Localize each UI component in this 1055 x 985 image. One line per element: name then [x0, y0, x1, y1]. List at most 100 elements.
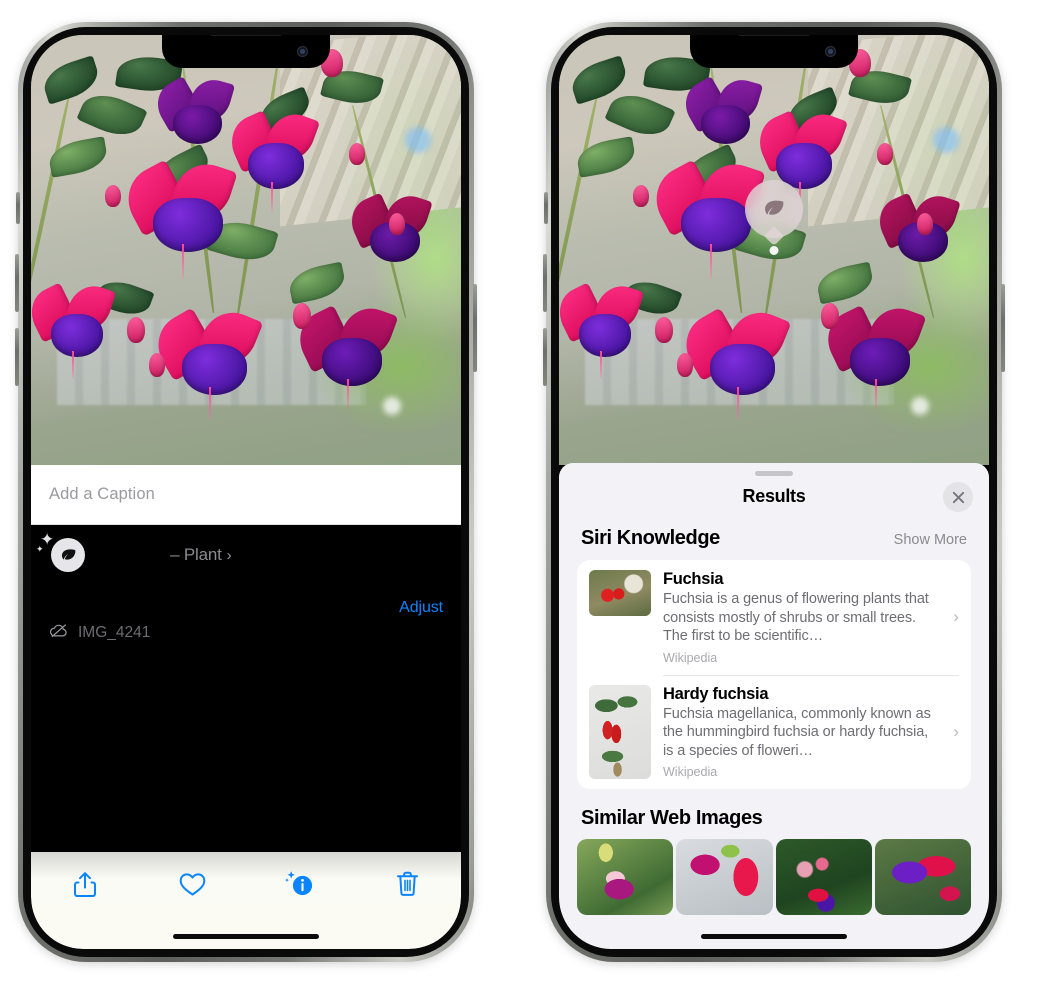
photo-bloom — [674, 303, 797, 421]
date-block: Monday • May 30, 2022 • 9:23 AM Adjust I… — [31, 585, 461, 649]
heart-icon — [179, 872, 206, 895]
power-button[interactable] — [473, 284, 477, 372]
file-name: IMG_4241 — [78, 624, 151, 641]
photo-bokeh — [911, 397, 929, 415]
front-camera-icon — [297, 46, 308, 57]
results-title: Results — [742, 486, 806, 506]
share-button[interactable] — [63, 863, 107, 905]
similar-image-thumb[interactable] — [775, 839, 872, 916]
photo-bud — [633, 185, 649, 207]
photo-bloom — [818, 300, 931, 411]
photo-bud — [127, 317, 145, 343]
photo-bloom — [676, 74, 767, 155]
photo-bloom — [290, 300, 403, 411]
favorite-button[interactable] — [170, 863, 214, 905]
siri-knowledge-header: Siri Knowledge Show More — [559, 521, 989, 560]
earpiece-speaker — [737, 35, 811, 36]
capture-date: Monday • May 30, 2022 • 9:23 AM — [49, 599, 291, 616]
knowledge-row[interactable]: Hardy fuchsia Fuchsia magellanica, commo… — [577, 674, 971, 790]
look-up-title: Look Up — [99, 545, 166, 564]
share-icon — [73, 871, 96, 897]
front-camera-icon — [825, 46, 836, 57]
photo-bud — [105, 185, 121, 207]
close-icon — [952, 491, 964, 503]
photo-bloom — [146, 303, 269, 421]
info-button[interactable] — [278, 863, 322, 905]
similar-web-images-strip[interactable] — [559, 839, 989, 916]
volume-down-button[interactable] — [15, 328, 19, 386]
leaf-icon — [51, 538, 85, 572]
knowledge-row[interactable]: Fuchsia Fuchsia is a genus of flowering … — [577, 560, 971, 675]
leaf-icon — [765, 200, 784, 215]
photo-viewer[interactable] — [559, 35, 989, 465]
home-indicator[interactable] — [701, 934, 847, 939]
info-sparkle-icon — [284, 871, 312, 896]
left-phone-device: Add a Caption ✦ ✦ Look Up – Plant › Mond… — [15, 22, 477, 962]
photo-bloom — [559, 279, 649, 380]
visual-look-up-results-sheet: Results Siri Knowledge Show More Fuchsia… — [559, 463, 989, 949]
photo-viewer[interactable] — [31, 35, 461, 465]
look-up-label: Look Up – Plant › — [99, 545, 232, 565]
results-header: Results — [559, 476, 989, 521]
adjust-button[interactable]: Adjust — [399, 599, 443, 617]
photo-bloom — [222, 106, 323, 212]
knowledge-description: Fuchsia is a genus of flowering plants t… — [663, 591, 929, 645]
siri-knowledge-title: Siri Knowledge — [581, 527, 720, 549]
knowledge-thumbnail — [589, 570, 651, 616]
look-up-subject: Plant — [183, 545, 222, 564]
volume-down-button[interactable] — [543, 328, 547, 386]
knowledge-source: Wikipedia — [663, 650, 718, 665]
knowledge-title: Hardy fuchsia — [663, 684, 769, 703]
left-phone-screen: Add a Caption ✦ ✦ Look Up – Plant › Mond… — [31, 35, 461, 949]
silent-switch[interactable] — [544, 192, 548, 224]
look-up-dash: – — [170, 545, 180, 564]
photo-bokeh — [405, 127, 431, 153]
similar-image-thumb[interactable] — [577, 839, 674, 916]
delete-button[interactable] — [385, 863, 429, 905]
photo-bud — [149, 353, 165, 377]
photo-bloom — [31, 279, 121, 380]
row-divider — [663, 674, 959, 676]
knowledge-thumbnail — [589, 684, 651, 779]
photo-bud — [821, 303, 839, 329]
knowledge-source: Wikipedia — [663, 765, 718, 780]
look-up-icon-wrap: ✦ ✦ — [36, 531, 85, 572]
right-phone-screen: Results Siri Knowledge Show More Fuchsia… — [559, 35, 989, 949]
chevron-right-icon: › — [226, 547, 232, 564]
volume-up-button[interactable] — [15, 254, 19, 312]
silent-switch[interactable] — [16, 192, 20, 224]
power-button[interactable] — [1001, 284, 1005, 372]
similar-web-images-header: Similar Web Images — [559, 789, 989, 839]
siri-knowledge-card: Fuchsia Fuchsia is a genus of flowering … — [577, 560, 971, 790]
knowledge-title: Fuchsia — [663, 570, 724, 588]
knowledge-text: Fuchsia Fuchsia is a genus of flowering … — [663, 570, 943, 665]
visual-look-up-badge[interactable] — [745, 180, 803, 246]
photo-bud — [655, 317, 673, 343]
trash-icon — [396, 871, 418, 896]
volume-up-button[interactable] — [543, 254, 547, 312]
photo-bud — [677, 353, 693, 377]
caption-input[interactable]: Add a Caption — [49, 485, 443, 504]
screenshot-stage: Add a Caption ✦ ✦ Look Up – Plant › Mond… — [0, 0, 1055, 985]
show-more-button[interactable]: Show More — [894, 532, 967, 548]
photo-bud — [389, 213, 405, 235]
photo-bud — [917, 213, 933, 235]
similar-web-images-title: Similar Web Images — [581, 807, 763, 830]
look-up-row[interactable]: ✦ ✦ Look Up – Plant › — [31, 525, 461, 585]
photo-bokeh — [383, 397, 401, 415]
photo-bud — [877, 143, 893, 165]
close-button[interactable] — [943, 482, 973, 512]
caption-row[interactable]: Add a Caption — [31, 465, 461, 525]
knowledge-description: Fuchsia magellanica, commonly known as t… — [663, 705, 931, 759]
right-phone-device: Results Siri Knowledge Show More Fuchsia… — [543, 22, 1005, 962]
notch — [162, 35, 330, 68]
knowledge-text: Hardy fuchsia Fuchsia magellanica, commo… — [663, 685, 943, 780]
earpiece-speaker — [209, 35, 283, 36]
similar-image-thumb[interactable] — [874, 839, 971, 916]
photo-bud — [349, 143, 365, 165]
notch — [690, 35, 858, 68]
file-row: IMG_4241 — [49, 623, 443, 643]
photo-bloom — [148, 74, 239, 155]
similar-image-thumb[interactable] — [676, 839, 773, 916]
home-indicator[interactable] — [173, 934, 319, 939]
